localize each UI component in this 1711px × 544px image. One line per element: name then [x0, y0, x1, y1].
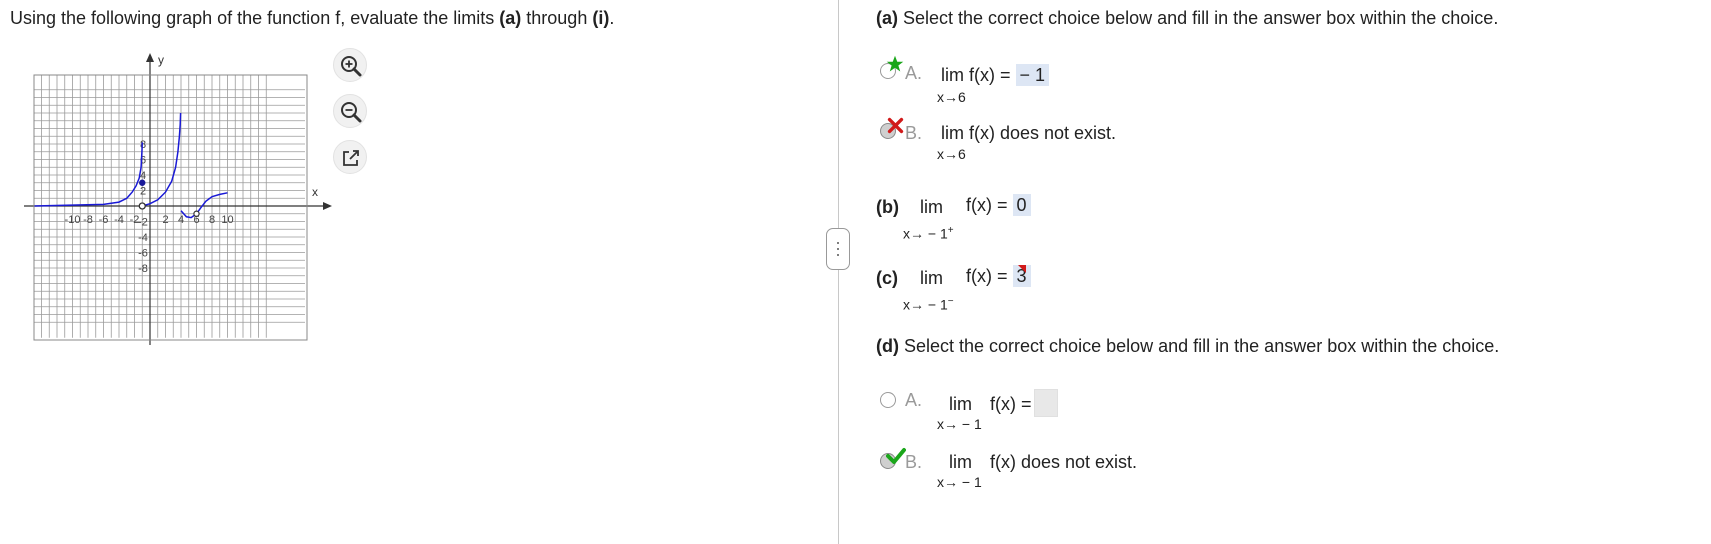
x-axis-arrow: [323, 202, 332, 210]
incorrect-x-icon: [887, 117, 904, 134]
part-a-instructions: Select the correct choice below and fill…: [898, 8, 1499, 28]
part-d-choice-b-lim: lim: [949, 452, 972, 472]
question-period: .: [609, 8, 615, 28]
zoom-in-icon: [341, 56, 362, 77]
part-a-choice-b-letter: B.: [905, 123, 923, 143]
graph-axes: [24, 53, 332, 345]
part-c-label: (c): [876, 268, 898, 288]
question-text: Using the following graph of the functio…: [10, 8, 614, 29]
closed-point: [139, 179, 146, 186]
question-through: through: [521, 8, 593, 28]
question-part-i-ref: (i): [592, 8, 610, 28]
part-a-choice-a-expression: lim f(x) = − 1: [941, 64, 1050, 86]
part-b-lim: lim: [920, 197, 943, 217]
part-b-fx: f(x) =: [966, 195, 1008, 215]
y-axis-arrow: [146, 53, 154, 62]
checkmark-icon: [886, 448, 906, 464]
part-c-fx: f(x) =: [966, 266, 1008, 286]
zoom-out-button[interactable]: [333, 94, 367, 128]
part-d-prompt: (d) Select the correct choice below and …: [876, 336, 1499, 357]
y-tick-label: -2: [138, 217, 148, 229]
part-d-choice-a-radio[interactable]: [880, 392, 896, 408]
part-d-choice-a-expression: f(x) =: [990, 394, 1032, 414]
part-d-choice-b-expression: f(x) does not exist.: [990, 452, 1138, 472]
part-a-prompt: (a) Select the correct choice below and …: [876, 8, 1498, 29]
part-a-choice-a-lim: lim f(x) =: [941, 65, 1011, 85]
question-part-a-ref: (a): [499, 8, 522, 28]
handle-dot: [837, 242, 839, 244]
part-c-lim: lim: [920, 268, 943, 288]
y-tick-label: 2: [140, 186, 146, 198]
zoom-in-button[interactable]: [333, 48, 367, 82]
part-c-approach: x→ − 1: [903, 296, 948, 313]
part-b-label: (b): [876, 197, 899, 217]
x-tick-label: 4: [178, 214, 184, 226]
part-b-approach: x→ − 1: [903, 225, 948, 242]
open-point: [138, 202, 146, 210]
part-a-choice-b-expression: lim f(x) does not exist.: [941, 123, 1117, 143]
part-a-answer-box[interactable]: − 1: [1015, 64, 1050, 86]
part-a-label: (a): [876, 8, 898, 28]
y-axis-label: y: [158, 53, 164, 67]
handle-dot: [837, 248, 839, 250]
part-a-choice-a-letter: A.: [905, 63, 923, 83]
part-b-answer-box[interactable]: 0: [1012, 194, 1031, 216]
popout-button[interactable]: [333, 140, 367, 174]
flag-corner-icon: [1018, 265, 1026, 273]
function-graph: xy-10 -8 -6 -4 -2 2 4 6 8 108642-2-4-6-8: [24, 53, 332, 345]
x-tick-label: 8: [209, 214, 215, 226]
pane-resize-handle[interactable]: [826, 228, 850, 270]
part-d-choice-a-letter: A.: [905, 390, 923, 410]
part-a-choice-a-subscript: x→6: [937, 89, 966, 105]
x-tick-label: 10: [221, 214, 233, 226]
part-a-choice-b-subscript: x→6: [937, 146, 966, 162]
external-link-icon: [343, 150, 359, 166]
part-d-choice-b-subscript: x→ − 1: [937, 474, 982, 490]
x-tick-label: 2: [162, 214, 168, 226]
x-tick-label: -4: [114, 214, 124, 226]
zoom-out-icon: [341, 102, 362, 123]
part-c-side: −: [947, 296, 954, 307]
part-d-choice-b-letter: B.: [905, 452, 923, 472]
x-axis-label: x: [312, 185, 318, 199]
part-d-instructions: Select the correct choice below and fill…: [898, 336, 1500, 356]
part-b-side: +: [947, 225, 954, 236]
star-icon: [886, 55, 904, 72]
part-d-choice-a-subscript: x→ − 1: [937, 416, 982, 432]
y-tick-label: -6: [138, 248, 148, 260]
part-d-choice-a-lim: lim: [949, 394, 972, 414]
question-lead: Using the following graph of the functio…: [10, 8, 500, 28]
part-b-expression: f(x) = 0: [966, 194, 1031, 216]
part-b-subscript: x→ − 1+: [903, 225, 954, 242]
part-c-subscript: x→ − 1−: [903, 296, 954, 313]
x-tick-label: -6: [99, 214, 109, 226]
pane-divider: [838, 0, 839, 544]
part-d-answer-box[interactable]: [1034, 389, 1058, 417]
y-tick-label: 8: [140, 139, 146, 151]
handle-dot: [837, 254, 839, 256]
open-point: [193, 210, 200, 217]
part-d-label: (d): [876, 336, 899, 356]
graph-tick-labels: xy-10 -8 -6 -4 -2 2 4 6 8 108642-2-4-6-8: [65, 53, 318, 275]
x-tick-label: -10: [65, 214, 81, 226]
y-tick-label: -4: [138, 232, 148, 244]
y-tick-label: -8: [138, 263, 148, 275]
x-tick-label: -8: [83, 214, 93, 226]
